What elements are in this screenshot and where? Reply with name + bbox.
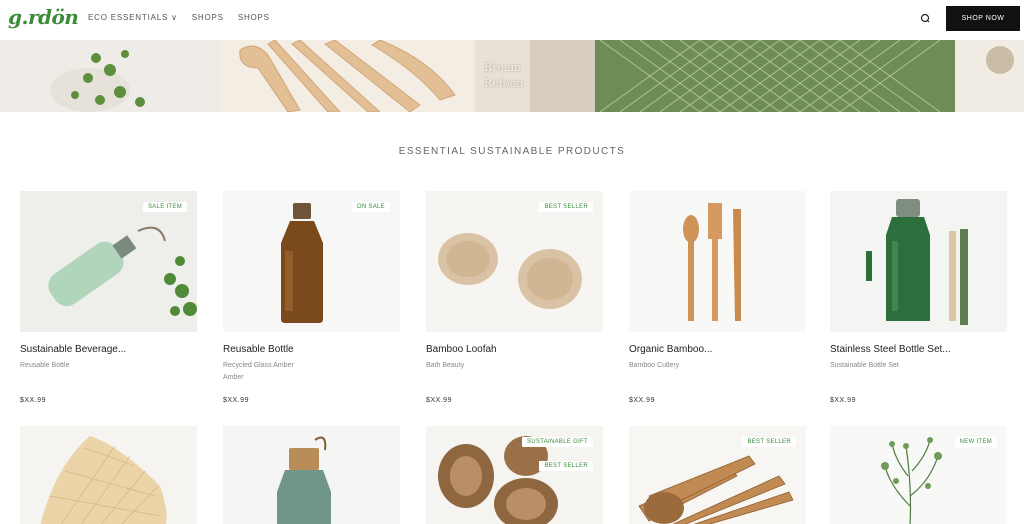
product-card[interactable]: NEW ITEM <box>830 426 1007 524</box>
hero-caption: Bream Refoon <box>484 60 523 92</box>
product-price: $XX.99 <box>830 397 856 404</box>
product-badge: BEST SELLER <box>539 202 593 212</box>
product-name[interactable]: Bamboo Loofah <box>426 344 603 355</box>
product-name[interactable]: Reusable Bottle <box>223 344 400 355</box>
main-nav: ECO ESSENTIALS ∨ SHOPS SHOPS <box>88 13 270 22</box>
product-card[interactable]: Stainless Steel Bottle Set... Sustainabl… <box>830 191 1007 404</box>
hero-banner[interactable]: Bream Refoon <box>0 40 1024 112</box>
product-subtitle: Bath Beauty <box>426 362 465 369</box>
product-price: $XX.99 <box>629 397 655 404</box>
product-image[interactable]: SUSTAINABLE GIFT BEST SELLER <box>426 426 603 524</box>
product-name[interactable]: Stainless Steel Bottle Set... <box>830 344 1007 355</box>
product-badge: SALE ITEM <box>142 202 187 212</box>
product-image[interactable] <box>223 426 400 524</box>
product-price: $XX.99 <box>426 397 452 404</box>
hero-line-2: Refoon <box>484 77 524 90</box>
product-badge: ON SALE <box>351 202 390 212</box>
product-price: $XX.99 <box>20 397 46 404</box>
product-subtitle: Reusable Bottle <box>20 362 70 369</box>
product-image[interactable]: NEW ITEM <box>830 426 1007 524</box>
product-badge: NEW ITEM <box>954 437 997 447</box>
product-image[interactable]: BEST SELLER <box>629 426 806 524</box>
section-title: ESSENTIAL SUSTAINABLE PRODUCTS <box>398 146 626 157</box>
product-badge: SUSTAINABLE GIFT <box>521 437 593 447</box>
product-name[interactable]: Organic Bamboo... <box>629 344 806 355</box>
product-badge-secondary: BEST SELLER <box>539 461 593 471</box>
product-card[interactable]: ON SALE Reusable Bottle Recycled Glass A… <box>223 191 400 404</box>
shop-now-button[interactable]: SHOP NOW <box>946 6 1020 31</box>
product-image[interactable] <box>20 426 197 524</box>
product-badge: BEST SELLER <box>742 437 796 447</box>
product-subtitle: Recycled Glass Amber <box>223 362 294 369</box>
product-name[interactable]: Sustainable Beverage... <box>20 344 197 355</box>
product-subtitle: Bamboo Cutlery <box>629 362 680 369</box>
product-card[interactable]: BEST SELLER Bamboo Loofah Bath Beauty $X… <box>426 191 603 404</box>
product-card[interactable]: SALE ITEM Sustainable Beverage... Reusab… <box>20 191 197 404</box>
product-price: $XX.99 <box>223 397 249 404</box>
product-subtitle-2: Amber <box>223 374 244 381</box>
product-card[interactable] <box>223 426 400 524</box>
nav-item-shops[interactable]: SHOPS <box>192 13 224 22</box>
product-image[interactable] <box>629 191 806 332</box>
product-card[interactable]: Organic Bamboo... Bamboo Cutlery $XX.99 <box>629 191 806 404</box>
product-image[interactable]: BEST SELLER <box>426 191 603 332</box>
product-card[interactable]: BEST SELLER <box>629 426 806 524</box>
nav-item-shops-2[interactable]: SHOPS <box>238 13 270 22</box>
product-image[interactable]: ON SALE <box>223 191 400 332</box>
top-navigation: g.rdön ECO ESSENTIALS ∨ SHOPS SHOPS SHOP… <box>0 0 1024 38</box>
brand-logo[interactable]: g.rdön <box>8 5 79 29</box>
product-card[interactable] <box>20 426 197 524</box>
search-icon[interactable] <box>916 10 936 28</box>
product-card[interactable]: SUSTAINABLE GIFT BEST SELLER <box>426 426 603 524</box>
product-image[interactable]: SALE ITEM <box>20 191 197 332</box>
nav-item-eco[interactable]: ECO ESSENTIALS ∨ <box>88 13 178 22</box>
hero-line-1: Bream <box>484 61 521 74</box>
product-subtitle: Sustainable Bottle Set <box>830 362 899 369</box>
product-image[interactable] <box>830 191 1007 332</box>
